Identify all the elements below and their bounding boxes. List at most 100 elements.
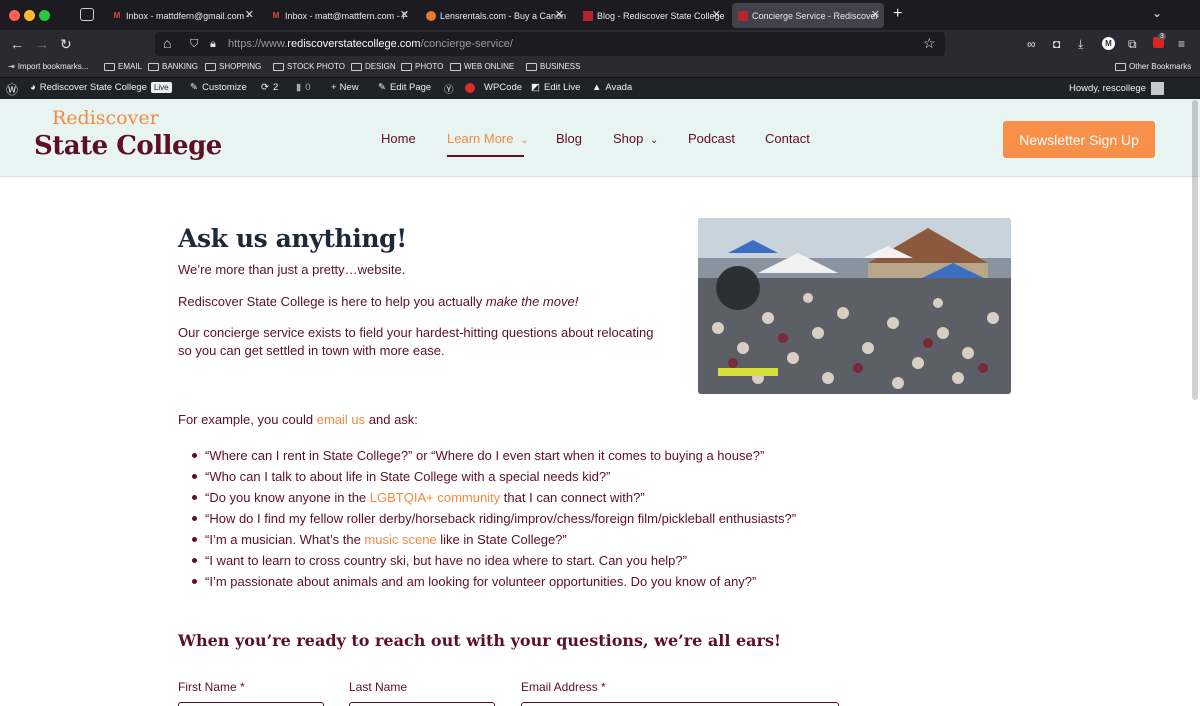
forward-arrow-icon[interactable]: → <box>35 36 49 52</box>
intro-text: We’re more than just a pretty…website. <box>178 262 406 277</box>
folder-icon <box>148 62 159 71</box>
dashboard-icon: ◕ <box>30 82 36 93</box>
bookmark-folder-photo[interactable]: PHOTO <box>401 62 443 71</box>
tab-gmail-2[interactable]: M Inbox - matt@mattfern.com - F ✕ <box>265 3 413 28</box>
tab-concierge[interactable]: Concierge Service - Rediscover ✕ <box>732 3 884 28</box>
bookmarks-bar: ⇥ Import bookmarks... EMAIL BANKING SHOP… <box>0 58 1200 78</box>
page-title: Ask us anything! <box>178 224 407 253</box>
nav-learn-more[interactable]: Learn More ⌄ <box>447 131 529 146</box>
reload-icon[interactable]: ↻ <box>60 36 72 52</box>
email-field[interactable] <box>521 702 839 706</box>
chevron-down-icon: ⌄ <box>520 135 529 146</box>
bookmark-folder-banking[interactable]: BANKING <box>148 62 198 71</box>
bookmark-folder-business[interactable]: BUSINESS <box>526 62 580 71</box>
download-icon[interactable]: ⤓ <box>1078 37 1083 51</box>
yoast-icon[interactable]: Ⓨ <box>444 82 454 96</box>
wp-site-name[interactable]: ◕ Rediscover State College Live <box>30 82 172 93</box>
bookmark-folder-stock-photo[interactable]: STOCK PHOTO <box>273 62 345 71</box>
back-arrow-icon[interactable]: ← <box>10 36 24 52</box>
url-bar[interactable]: ⌂ ⛉ 🔒︎ https://www.rediscoverstatecolleg… <box>155 32 945 56</box>
nav-podcast[interactable]: Podcast <box>688 131 735 146</box>
wordpress-logo-icon[interactable]: Ⓦ <box>6 81 18 98</box>
music-scene-link[interactable]: music scene <box>364 532 436 547</box>
bookmark-folder-design[interactable]: DESIGN <box>351 62 396 71</box>
folder-icon <box>401 62 412 71</box>
bookmark-folder-other[interactable]: Other Bookmarks <box>1115 62 1191 71</box>
tab-gmail-1[interactable]: M Inbox - mattdfern@gmail.com - ✕ <box>106 3 258 28</box>
example-intro: For example, you could email us and ask: <box>178 412 418 427</box>
example-questions-list: “Where can I rent in State College?” or … <box>190 445 796 592</box>
wp-edit-live[interactable]: ◩ Edit Live <box>531 82 580 93</box>
concierge-text: Our concierge service exists to field yo… <box>178 325 654 358</box>
close-window-button[interactable] <box>9 10 20 21</box>
chevron-down-icon[interactable]: ⌄ <box>1152 6 1162 20</box>
folder-icon <box>205 62 216 71</box>
gmail-icon: M <box>272 11 280 20</box>
list-item: “Where can I rent in State College?” or … <box>190 445 796 466</box>
tab-title: Inbox - mattdfern@gmail.com - <box>126 10 250 21</box>
email-us-link[interactable]: email us <box>317 412 365 427</box>
folder-icon <box>526 62 537 71</box>
close-tab-icon[interactable]: ✕ <box>871 8 880 21</box>
wp-howdy[interactable]: Howdy, rescollege <box>1069 82 1164 95</box>
home-icon[interactable]: ⌂ <box>163 35 171 51</box>
active-nav-underline <box>447 155 524 157</box>
logo-top-text: Rediscover <box>52 107 159 129</box>
newsletter-signup-button[interactable]: Newsletter Sign Up <box>1003 121 1155 158</box>
pocket-icon[interactable]: ◘ <box>1053 37 1060 51</box>
minimize-window-button[interactable] <box>24 10 35 21</box>
extensions-puzzle-icon[interactable]: ⧉ <box>1128 37 1137 51</box>
lensrentals-icon <box>426 10 436 21</box>
folder-icon <box>450 62 461 71</box>
bookmark-folder-email[interactable]: EMAIL <box>104 62 142 71</box>
pencil-icon: ✎ <box>378 82 386 93</box>
nav-contact[interactable]: Contact <box>765 131 810 146</box>
close-tab-icon[interactable]: ✕ <box>712 8 721 21</box>
nav-shop[interactable]: Shop ⌄ <box>613 131 658 146</box>
new-tab-icon[interactable]: + <box>893 5 902 23</box>
bookmark-folder-web-online[interactable]: WEB ONLINE <box>450 62 514 71</box>
close-tab-icon[interactable]: ✕ <box>245 8 254 21</box>
tab-blog[interactable]: Blog - Rediscover State College ✕ <box>577 3 725 28</box>
last-name-field[interactable] <box>349 702 495 706</box>
move-text: Rediscover State College is here to help… <box>178 294 579 309</box>
close-tab-icon[interactable]: ✕ <box>555 8 564 21</box>
nav-blog[interactable]: Blog <box>556 131 582 146</box>
list-item: “Do you know anyone in the LGBTQIA+ comm… <box>190 487 796 508</box>
shield-icon[interactable]: ⛉ <box>190 36 198 52</box>
updates-icon: ⟳ <box>261 82 269 93</box>
wp-avada[interactable]: ▲ Avada <box>592 82 632 93</box>
bookmark-folder-shopping[interactable]: SHOPPING <box>205 62 261 71</box>
wp-customize[interactable]: ✎ Customize <box>190 82 247 93</box>
lgbtqia-community-link[interactable]: LGBTQIA+ community <box>370 490 500 505</box>
wp-edit-page[interactable]: ✎ Edit Page <box>378 82 431 93</box>
first-name-field[interactable] <box>178 702 324 706</box>
tab-title: Inbox - matt@mattfern.com - F <box>285 10 408 21</box>
bookmark-star-icon[interactable]: ☆ <box>923 35 936 51</box>
wp-comments[interactable]: ▮ 0 <box>296 82 311 93</box>
extension-badge: 3 <box>1158 33 1166 40</box>
maximize-window-button[interactable] <box>39 10 50 21</box>
folder-icon <box>273 62 284 71</box>
farmers-market-photo <box>698 218 1011 394</box>
wp-wpcode[interactable]: WPCode <box>484 82 522 93</box>
import-bookmarks[interactable]: ⇥ Import bookmarks... <box>8 62 88 71</box>
nav-home[interactable]: Home <box>381 131 416 146</box>
avada-icon: ▲ <box>592 82 602 93</box>
page-scrollbar[interactable] <box>1192 100 1198 400</box>
wp-new[interactable]: + New <box>331 82 359 93</box>
site-header: Rediscover State College Home Learn More… <box>0 99 1200 177</box>
tab-list-icon[interactable] <box>80 8 94 21</box>
lock-icon[interactable]: 🔒︎ <box>210 36 216 52</box>
plus-icon: + <box>331 82 337 93</box>
edit-live-icon: ◩ <box>531 82 540 93</box>
avatar <box>1150 82 1164 95</box>
tab-lensrentals[interactable]: Lensrentals.com - Buy a Canon ✕ <box>420 3 568 28</box>
wp-updates[interactable]: ⟳ 2 <box>261 82 278 93</box>
medium-extension-icon[interactable]: M <box>1102 37 1115 50</box>
close-tab-icon[interactable]: ✕ <box>400 8 409 21</box>
menu-hamburger-icon[interactable]: ≡ <box>1178 37 1185 51</box>
logo-bottom-text: State College <box>34 131 222 161</box>
chevron-down-icon: ⌄ <box>650 135 659 146</box>
extension-infinity-icon[interactable]: ∞ <box>1027 37 1036 51</box>
